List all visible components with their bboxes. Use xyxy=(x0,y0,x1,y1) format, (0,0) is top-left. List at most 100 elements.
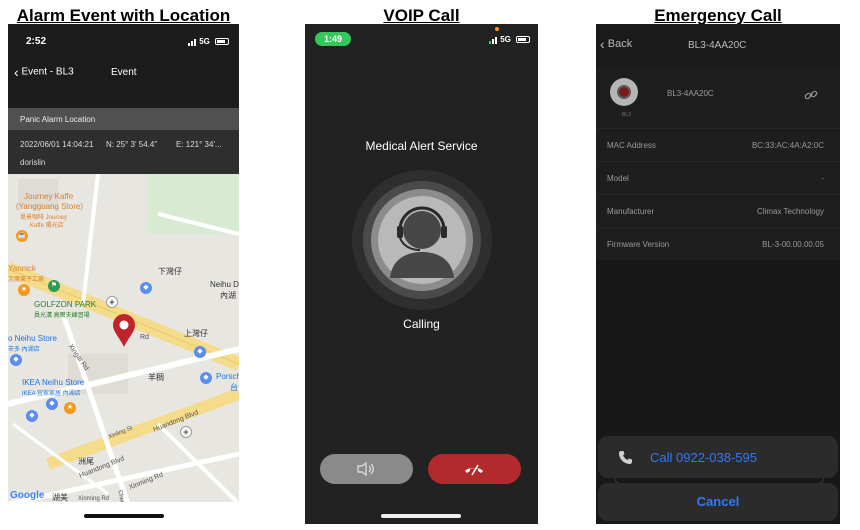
place-poi-icon[interactable]: ◈ xyxy=(106,296,118,308)
network-label: 5G xyxy=(199,37,210,46)
voip-call-screen: 1:49 5G Medical Alert Service Calling xyxy=(305,24,538,524)
golf-poi-icon[interactable]: ⚑ xyxy=(48,280,60,292)
event-latitude: N: 25° 3' 54.4" xyxy=(106,140,158,149)
back-label: Back xyxy=(607,37,633,50)
map-label: IKEA 宜家家居 內湖店 xyxy=(22,391,81,397)
network-label: 5G xyxy=(500,35,511,44)
device-card[interactable]: BL3 BL3-4AA20C xyxy=(596,68,840,128)
home-area xyxy=(8,502,239,524)
map-label: Neihu D xyxy=(210,280,239,289)
link-icon[interactable] xyxy=(804,88,818,102)
info-label: Manufacturer xyxy=(607,207,655,216)
home-indicator[interactable] xyxy=(84,514,164,518)
map-label: 洲尾 xyxy=(78,457,94,466)
cafe-poi-icon[interactable]: ☕ xyxy=(16,230,28,242)
call-label: Call 0922-038-595 xyxy=(650,450,757,465)
status-time: 1:49 xyxy=(315,32,352,46)
event-info: 2022/06/01 14:04:21 N: 25° 3' 54.4" E: 1… xyxy=(8,130,239,174)
device-caption: BL3 xyxy=(622,112,631,118)
status-bar: 1:49 5G xyxy=(305,24,538,58)
call-status: Calling xyxy=(403,317,440,331)
store-poi-icon[interactable]: ◆ xyxy=(46,398,58,410)
speaker-button[interactable] xyxy=(320,454,413,484)
store-poi-icon[interactable]: ◆ xyxy=(10,354,22,366)
store-poi-icon[interactable]: ◆ xyxy=(194,346,206,358)
caller-avatar xyxy=(352,170,492,310)
info-value: BC:33:AC:4A:A2:0C xyxy=(751,141,824,150)
action-sheet: Call 0922-038-595 xyxy=(598,436,838,478)
battery-icon xyxy=(215,38,230,46)
chevron-left-icon: ‹ xyxy=(14,64,19,80)
device-name: BL3-4AA20C xyxy=(667,89,714,98)
map-label: 上灣仔 xyxy=(184,329,208,338)
map-label: 下灣仔 xyxy=(158,267,182,276)
info-row-mac: MAC Address BC:33:AC:4A:A2:0C xyxy=(596,128,840,161)
back-button[interactable]: ‹ Event - BL3 xyxy=(14,64,74,80)
cancel-label: Cancel xyxy=(696,494,740,509)
store-poi-icon[interactable]: ◆ xyxy=(26,410,38,422)
location-header: Panic Alarm Location xyxy=(8,108,239,130)
map-label: o Neihu Store xyxy=(8,334,57,343)
hangup-button[interactable] xyxy=(428,454,521,484)
map-label: 羊稠 xyxy=(148,373,164,382)
signal-icon: 5G xyxy=(188,37,230,47)
battery-icon xyxy=(516,36,531,44)
map-label: 員光溝 高爾夫練習場 xyxy=(34,313,90,319)
location-header-label: Panic Alarm Location xyxy=(20,115,96,124)
map-label: 克魔果子工廠 xyxy=(8,277,45,283)
status-time: 2:52 xyxy=(26,36,47,47)
info-value: Climax Technology xyxy=(757,207,824,216)
info-label: Model xyxy=(607,174,629,183)
info-value: - xyxy=(821,174,824,183)
alarm-panel-title: Alarm Event with Location xyxy=(16,6,231,25)
store-poi-icon[interactable]: ◆ xyxy=(200,372,212,384)
map-label: Porsch xyxy=(216,372,239,381)
mic-indicator xyxy=(495,27,499,31)
nav-title: Event xyxy=(111,67,137,78)
location-map[interactable]: Journey Kaffe (Yangguang Store) 覺景咖啡 Jou… xyxy=(8,174,239,502)
home-indicator[interactable] xyxy=(381,514,461,518)
alarm-event-screen: 2:52 5G ‹ Event - BL3 Event Panic Alarm … xyxy=(8,24,239,524)
event-longitude: E: 121° 34'... xyxy=(176,140,222,149)
call-button[interactable]: Call 0922-038-595 xyxy=(598,436,838,478)
map-label: 市多 內湖店 xyxy=(8,347,40,353)
info-row-firmware: Firmware Version BL-3-00.00.00.05 xyxy=(596,227,840,260)
phone-hangup-icon xyxy=(465,464,483,476)
alarm-location-pin-icon[interactable] xyxy=(112,314,136,348)
map-label: 台 xyxy=(230,383,238,392)
map-label: 內湖 xyxy=(220,291,236,300)
map-label: Yannick xyxy=(8,264,36,273)
status-bar: 2:52 5G xyxy=(8,24,239,58)
map-label: Rd xyxy=(140,334,149,341)
map-label: (Yangguang Store) xyxy=(16,202,84,211)
map-label: GOLFZON PARK xyxy=(34,300,97,309)
back-label: Event - BL3 xyxy=(21,66,74,78)
back-button[interactable]: ‹ Back xyxy=(600,36,632,52)
signal-icon: 5G xyxy=(489,35,531,45)
speaker-icon xyxy=(357,461,374,477)
map-label: Kaffe 陽光店 xyxy=(30,223,64,229)
device-button-icon xyxy=(610,78,638,106)
nav-title: BL3-4AA20C xyxy=(688,40,747,51)
map-label: IKEA Neihu Store xyxy=(22,378,85,387)
info-label: Firmware Version xyxy=(607,240,670,249)
info-row-model: Model - xyxy=(596,161,840,194)
nav-bar: ‹ Back BL3-4AA20C xyxy=(596,24,840,68)
voip-panel-title: VOIP Call xyxy=(383,6,460,25)
chevron-left-icon: ‹ xyxy=(600,36,605,52)
place-poi-icon[interactable]: ◈ xyxy=(180,426,192,438)
food-poi-icon[interactable]: ★ xyxy=(18,284,30,296)
info-label: MAC Address xyxy=(607,141,656,150)
caller-name: Medical Alert Service xyxy=(365,139,478,153)
phone-icon xyxy=(619,451,632,464)
map-label: 湖美 xyxy=(52,493,68,502)
map-label: Journey Kaffe xyxy=(24,192,74,201)
info-row-manufacturer: Manufacturer Climax Technology xyxy=(596,194,840,227)
food-poi-icon[interactable]: ★ xyxy=(64,402,76,414)
info-value: BL-3-00.00.00.05 xyxy=(762,240,824,249)
emergency-panel-title: Emergency Call xyxy=(654,6,782,25)
shopping-poi-icon[interactable]: ◆ xyxy=(140,282,152,294)
emergency-call-screen: ‹ Back BL3-4AA20C BL3 BL3-4AA20C MAC Add… xyxy=(596,24,840,524)
cancel-button[interactable]: Cancel xyxy=(598,483,838,521)
google-logo: Google xyxy=(10,490,45,501)
